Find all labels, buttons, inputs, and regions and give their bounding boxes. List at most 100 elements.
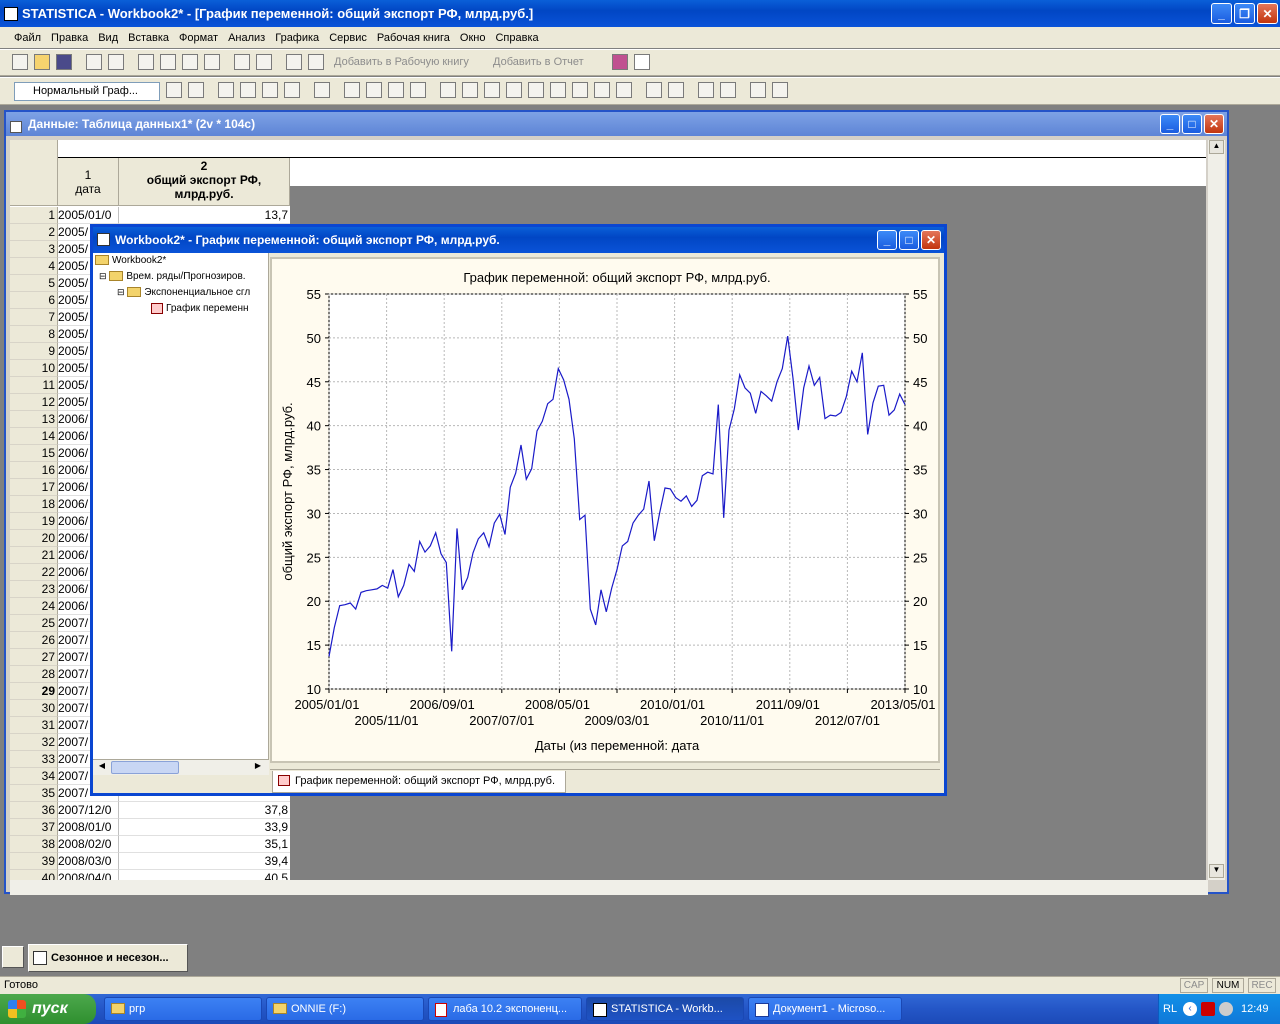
zoom-icon[interactable] xyxy=(188,82,204,98)
minimize-button[interactable]: _ xyxy=(1211,3,1232,24)
cell-date[interactable]: 2007/12/0 xyxy=(58,802,119,819)
graph-edit-icon[interactable] xyxy=(262,82,278,98)
tree-node-smoothing[interactable]: ⊟ Экспоненциальное сгл xyxy=(117,287,250,298)
menu-file[interactable]: Файл xyxy=(14,32,41,44)
graph-minimize-button[interactable]: _ xyxy=(877,230,897,250)
arrow-icon[interactable] xyxy=(572,82,588,98)
paste-icon[interactable] xyxy=(182,54,198,70)
row-number[interactable]: 31 xyxy=(10,717,58,734)
row-number[interactable]: 38 xyxy=(10,836,58,853)
row-number[interactable]: 10 xyxy=(10,360,58,377)
goto-icon[interactable] xyxy=(308,54,324,70)
draw-icon[interactable] xyxy=(484,82,500,98)
row-number[interactable]: 18 xyxy=(10,496,58,513)
font-larger-icon[interactable] xyxy=(750,82,766,98)
statistica-app-icon[interactable] xyxy=(4,6,18,21)
send-back-icon[interactable] xyxy=(720,82,736,98)
task-word-document[interactable]: Документ1 - Microso... xyxy=(748,997,902,1021)
zoom-in-icon[interactable] xyxy=(344,82,360,98)
column-header-2[interactable]: 2 общий экспорт РФ, млрд.руб. xyxy=(119,158,290,206)
menu-edit[interactable]: Правка xyxy=(51,32,88,44)
row-number[interactable]: 27 xyxy=(10,649,58,666)
data-close-button[interactable]: ✕ xyxy=(1204,114,1224,134)
graph-options-icon[interactable] xyxy=(166,82,182,98)
row-number[interactable]: 33 xyxy=(10,751,58,768)
row-number[interactable]: 2 xyxy=(10,224,58,241)
print-icon[interactable] xyxy=(86,54,102,70)
save-icon[interactable] xyxy=(56,54,72,70)
grid-icon[interactable] xyxy=(314,82,330,98)
row-number[interactable]: 39 xyxy=(10,853,58,870)
chart-panel[interactable]: 10 10 15 15 20 20 25 25 30 30 35 35 40 40 45 45 50 50 55 55… xyxy=(270,257,940,763)
bring-front-icon[interactable] xyxy=(698,82,714,98)
graph-maximize-button[interactable]: □ xyxy=(899,230,919,250)
corner-cell[interactable] xyxy=(10,140,58,206)
brush-icon[interactable] xyxy=(462,82,478,98)
menu-analysis[interactable]: Анализ xyxy=(228,32,265,44)
row-number[interactable]: 29 xyxy=(10,683,58,700)
row-number[interactable]: 22 xyxy=(10,564,58,581)
scroll-down-icon[interactable]: ▼ xyxy=(1209,864,1224,878)
menu-graphics[interactable]: Графика xyxy=(275,32,319,44)
row-number[interactable]: 12 xyxy=(10,394,58,411)
zoom-out-icon[interactable] xyxy=(366,82,382,98)
restore-button[interactable]: ❐ xyxy=(1234,3,1255,24)
row-number[interactable]: 26 xyxy=(10,632,58,649)
menu-view[interactable]: Вид xyxy=(98,32,118,44)
cell-value[interactable]: 40,5 xyxy=(119,870,290,880)
scroll-right-icon[interactable]: ▶ xyxy=(251,761,265,774)
copy-icon[interactable] xyxy=(160,54,176,70)
line-icon[interactable] xyxy=(550,82,566,98)
row-number[interactable]: 14 xyxy=(10,428,58,445)
cell-date[interactable]: 2008/02/0 xyxy=(58,836,119,853)
zoom-reset-icon[interactable] xyxy=(410,82,426,98)
tree-horizontal-scrollbar[interactable]: ◀ ▶ xyxy=(93,759,269,775)
zoom-fit-icon[interactable] xyxy=(388,82,404,98)
cell-value[interactable]: 39,4 xyxy=(119,853,290,870)
minimized-window-seasonal[interactable]: Сезонное и несезон... xyxy=(28,944,188,972)
cut-icon[interactable] xyxy=(138,54,154,70)
row-number[interactable]: 34 xyxy=(10,768,58,785)
graph-close-button[interactable]: ✕ xyxy=(921,230,941,250)
annotate-icon[interactable] xyxy=(506,82,522,98)
open-icon[interactable] xyxy=(34,54,50,70)
cell-value[interactable]: 37,8 xyxy=(119,802,290,819)
redo-icon[interactable] xyxy=(256,54,272,70)
menu-workbook[interactable]: Рабочая книга xyxy=(377,32,450,44)
row-number[interactable]: 15 xyxy=(10,445,58,462)
row-number[interactable]: 21 xyxy=(10,547,58,564)
font-smaller-icon[interactable] xyxy=(772,82,788,98)
row-number[interactable]: 1 xyxy=(10,207,58,224)
tray-back-icon[interactable]: ‹ xyxy=(1183,1002,1197,1016)
row-number[interactable]: 25 xyxy=(10,615,58,632)
menu-tools[interactable]: Сервис xyxy=(329,32,367,44)
row-number[interactable]: 19 xyxy=(10,513,58,530)
row-number[interactable]: 6 xyxy=(10,292,58,309)
collapse-icon[interactable]: ⊟ xyxy=(117,287,125,297)
tree-node-graph[interactable]: График переменн xyxy=(151,303,249,314)
row-number[interactable]: 5 xyxy=(10,275,58,292)
align-icon[interactable] xyxy=(646,82,662,98)
distribute-icon[interactable] xyxy=(668,82,684,98)
menu-format[interactable]: Формат xyxy=(179,32,218,44)
cell-date[interactable]: 2008/03/0 xyxy=(58,853,119,870)
print-preview-icon[interactable] xyxy=(108,54,124,70)
start-button[interactable]: пуск xyxy=(0,994,96,1024)
row-number[interactable]: 13 xyxy=(10,411,58,428)
row-number[interactable]: 23 xyxy=(10,581,58,598)
row-number[interactable]: 37 xyxy=(10,819,58,836)
language-indicator[interactable]: RL xyxy=(1163,1003,1177,1015)
row-number[interactable]: 36 xyxy=(10,802,58,819)
data-maximize-button[interactable]: □ xyxy=(1182,114,1202,134)
menu-insert[interactable]: Вставка xyxy=(128,32,169,44)
scroll-left-icon[interactable]: ◀ xyxy=(95,761,109,774)
task-rgr[interactable]: ргр xyxy=(104,997,262,1021)
data-minimize-button[interactable]: _ xyxy=(1160,114,1180,134)
task-statistica[interactable]: STATISTICA - Workb... xyxy=(586,997,744,1021)
menu-help[interactable]: Справка xyxy=(495,32,538,44)
graph-layout-icon[interactable] xyxy=(284,82,300,98)
row-number[interactable]: 30 xyxy=(10,700,58,717)
book-icon[interactable] xyxy=(612,54,628,70)
row-number[interactable]: 17 xyxy=(10,479,58,496)
row-number[interactable]: 24 xyxy=(10,598,58,615)
